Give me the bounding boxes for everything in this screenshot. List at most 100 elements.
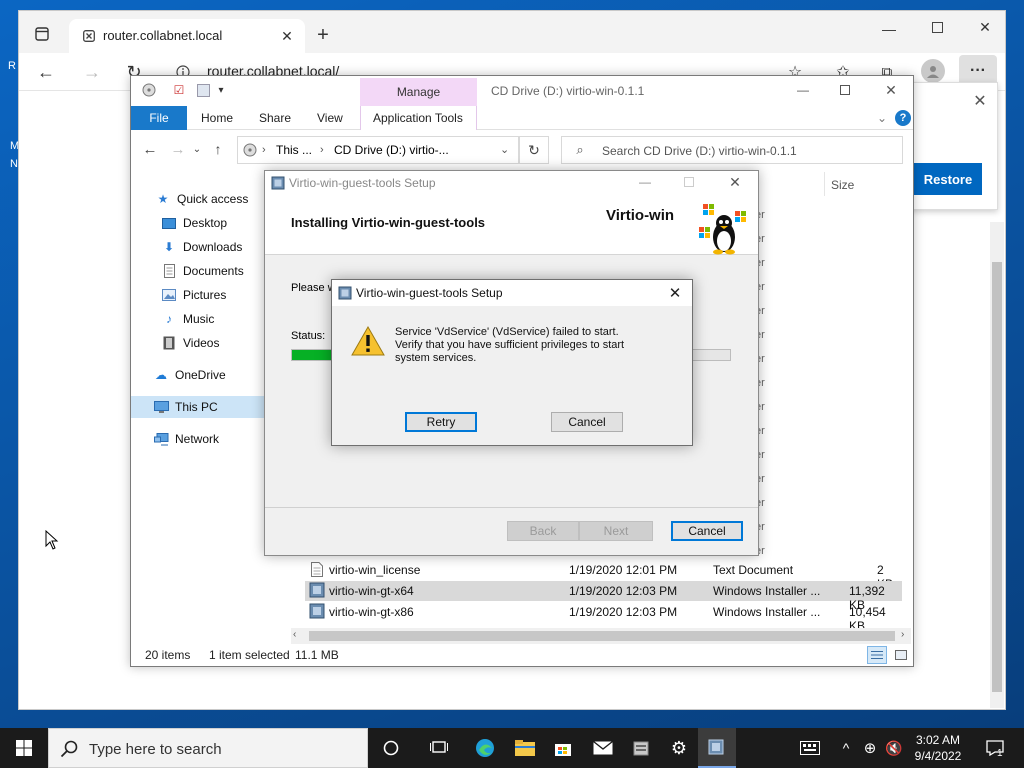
minimize-icon[interactable]: — bbox=[879, 19, 899, 39]
nav-downloads[interactable]: ⬇ Downloads bbox=[131, 236, 265, 258]
restore-button[interactable]: Restore bbox=[914, 163, 982, 195]
file-type: Windows Installer ... bbox=[713, 584, 821, 598]
back-button[interactable]: Back bbox=[507, 521, 579, 541]
explorer-minimize-icon[interactable]: — bbox=[795, 82, 811, 98]
dialog-close-icon[interactable]: ✕ bbox=[666, 284, 684, 302]
cortana-icon[interactable] bbox=[372, 728, 410, 768]
nav-network[interactable]: Network bbox=[131, 428, 265, 450]
task-view-icon[interactable] bbox=[420, 728, 458, 768]
explorer-search-input[interactable]: Search CD Drive (D:) virtio-win-0.1.1 bbox=[602, 144, 797, 158]
browser-tab[interactable]: router.collabnet.local ✕ bbox=[69, 19, 305, 53]
nav-this-pc[interactable]: This PC bbox=[131, 396, 265, 418]
start-windows-icon[interactable] bbox=[0, 728, 48, 768]
properties-icon[interactable]: ☑ bbox=[171, 82, 187, 98]
close-icon[interactable]: ✕ bbox=[975, 17, 995, 37]
ribbon-tab-file[interactable]: File bbox=[131, 106, 187, 130]
maximize-icon[interactable] bbox=[927, 17, 947, 37]
taskbar-clock[interactable]: 3:02 AM 9/4/2022 bbox=[906, 732, 970, 764]
explorer-close-icon[interactable]: ✕ bbox=[883, 82, 899, 98]
recent-locations-icon[interactable]: ⌄ bbox=[191, 140, 203, 158]
file-date: 1/19/2020 12:01 PM bbox=[569, 563, 678, 577]
forward-icon[interactable]: → bbox=[81, 61, 103, 83]
column-divider[interactable] bbox=[824, 172, 825, 196]
details-view-icon[interactable] bbox=[867, 646, 887, 664]
setup-title: Virtio-win-guest-tools Setup bbox=[289, 176, 436, 190]
nav-music[interactable]: ♪ Music bbox=[131, 308, 265, 330]
setup-app-icon bbox=[270, 175, 286, 191]
taskbar-search-box[interactable]: Type here to search bbox=[48, 728, 368, 768]
close-tab-icon[interactable]: ✕ bbox=[279, 28, 295, 44]
taskbar-search-input[interactable]: Type here to search bbox=[89, 741, 222, 758]
nav-desktop[interactable]: Desktop bbox=[131, 212, 265, 234]
setup-close-icon[interactable]: ✕ bbox=[727, 174, 743, 190]
server-manager-icon[interactable] bbox=[622, 728, 660, 768]
explorer-refresh-button[interactable]: ↻ bbox=[519, 136, 549, 164]
mail-icon[interactable] bbox=[584, 728, 622, 768]
setup-maximize-icon[interactable] bbox=[681, 174, 697, 190]
explorer-back-icon[interactable]: ← bbox=[141, 140, 159, 158]
favicon-icon bbox=[81, 28, 97, 44]
nav-quick-access[interactable]: ★ Quick access bbox=[131, 188, 265, 210]
path-segment[interactable]: CD Drive (D:) virtio-... bbox=[334, 143, 449, 157]
path-dropdown-icon[interactable]: ⌄ bbox=[500, 143, 509, 156]
setup-cancel-button[interactable]: Cancel bbox=[671, 521, 743, 541]
manage-tab[interactable]: Manage bbox=[360, 78, 477, 106]
back-icon[interactable]: ← bbox=[35, 61, 57, 83]
nav-label: Downloads bbox=[183, 240, 243, 254]
network-tray-icon[interactable]: ⊕ bbox=[858, 728, 882, 768]
nav-videos[interactable]: Videos bbox=[131, 332, 265, 354]
tabs-icon[interactable] bbox=[33, 25, 51, 43]
taskbar-search-icon bbox=[59, 739, 79, 759]
browser-scrollbar-thumb[interactable] bbox=[992, 262, 1002, 692]
file-list-hscrollbar[interactable]: ‹ › bbox=[291, 628, 911, 644]
setup-heading: Installing Virtio-win-guest-tools bbox=[291, 215, 486, 230]
download-icon: ⬇ bbox=[163, 240, 175, 254]
popup-close-icon[interactable]: ✕ bbox=[970, 91, 990, 111]
hscroll-thumb[interactable] bbox=[309, 631, 895, 641]
error-dialog: Virtio-win-guest-tools Setup ✕ Service '… bbox=[331, 279, 693, 446]
explorer-maximize-icon[interactable] bbox=[837, 82, 853, 98]
store-icon[interactable] bbox=[544, 728, 582, 768]
scroll-right-icon[interactable]: › bbox=[901, 629, 904, 640]
profile-icon[interactable] bbox=[921, 59, 945, 83]
explorer-search-box[interactable]: ⌕ Search CD Drive (D:) virtio-win-0.1.1 bbox=[561, 136, 903, 164]
edge-icon[interactable] bbox=[466, 728, 504, 768]
help-icon[interactable]: ? bbox=[895, 110, 911, 126]
notification-center-icon[interactable]: 1 bbox=[980, 728, 1010, 768]
next-button[interactable]: Next bbox=[579, 521, 653, 541]
new-folder-icon[interactable] bbox=[195, 82, 211, 98]
settings-gear-icon[interactable]: ⚙ bbox=[660, 728, 698, 768]
ribbon-expand-icon[interactable]: ⌄ bbox=[875, 110, 889, 126]
ribbon-tab-share[interactable]: Share bbox=[259, 111, 291, 125]
file-name: virtio-win-gt-x86 bbox=[329, 605, 414, 619]
keyboard-language-icon[interactable] bbox=[792, 728, 828, 768]
nav-pictures[interactable]: Pictures bbox=[131, 284, 265, 306]
file-row[interactable]: virtio-win-gt-x64 1/19/2020 12:03 PM Win… bbox=[305, 581, 902, 612]
clock-time: 3:02 AM bbox=[915, 733, 961, 747]
volume-muted-icon[interactable]: 🔇 bbox=[882, 728, 906, 768]
chevron-up-icon[interactable]: ^ bbox=[834, 728, 858, 768]
desktop-icon bbox=[161, 215, 177, 231]
nav-documents[interactable]: Documents bbox=[131, 260, 265, 282]
column-header-size[interactable]: Size bbox=[831, 178, 854, 192]
scroll-left-icon[interactable]: ‹ bbox=[293, 629, 296, 640]
file-row[interactable]: virtio-win-gt-x86 1/19/2020 12:03 PM Win… bbox=[305, 602, 902, 633]
up-icon[interactable]: ↑ bbox=[209, 140, 227, 158]
address-path[interactable]: › This ... › CD Drive (D:) virtio-... ⌄ bbox=[237, 136, 519, 164]
retry-button[interactable]: Retry bbox=[405, 412, 477, 432]
path-segment[interactable]: This ... bbox=[276, 143, 312, 157]
explorer-status-bar: 20 items 1 item selected 11.1 MB bbox=[131, 644, 913, 666]
setup-taskbar-icon[interactable] bbox=[698, 728, 736, 768]
explorer-forward-icon[interactable]: → bbox=[169, 140, 187, 158]
ribbon-tab-home[interactable]: Home bbox=[201, 111, 233, 125]
large-icons-view-icon[interactable] bbox=[891, 646, 911, 664]
ribbon-tab-application-tools[interactable]: Application Tools bbox=[373, 111, 463, 125]
file-explorer-taskbar-icon[interactable] bbox=[506, 728, 544, 768]
new-tab-icon[interactable]: + bbox=[313, 24, 333, 46]
file-row[interactable]: virtio-win_license 1/19/2020 12:01 PM Te… bbox=[305, 560, 902, 591]
dialog-cancel-button[interactable]: Cancel bbox=[551, 412, 623, 432]
nav-onedrive[interactable]: ☁ OneDrive bbox=[131, 364, 265, 386]
qat-dropdown-icon[interactable]: ▾ bbox=[215, 82, 227, 98]
ribbon-tab-view[interactable]: View bbox=[317, 111, 343, 125]
setup-minimize-icon[interactable]: — bbox=[637, 174, 653, 190]
